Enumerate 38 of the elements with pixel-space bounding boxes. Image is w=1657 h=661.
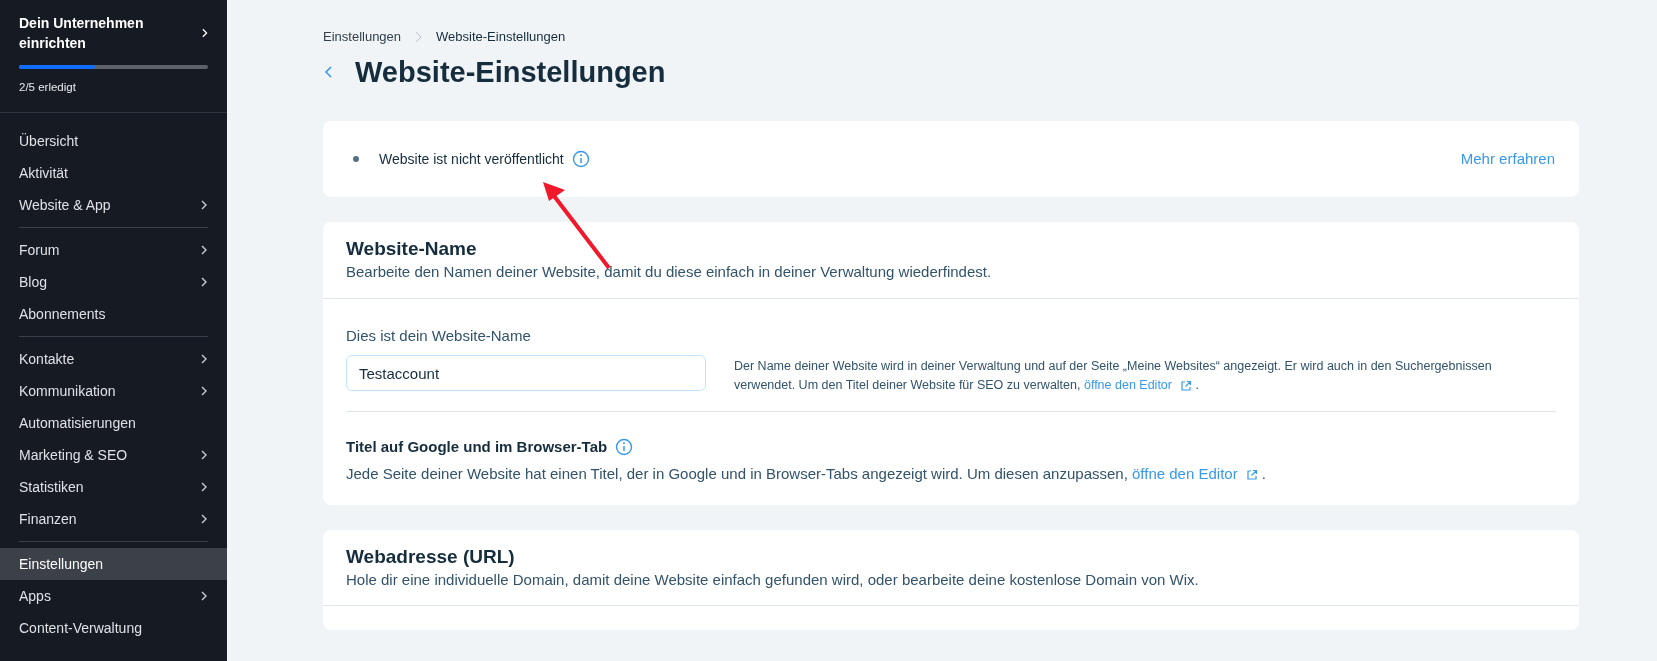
sidebar-item[interactable]: Content-Verwaltung: [0, 612, 227, 645]
chevron-icon: [200, 27, 208, 39]
status-text: Website ist nicht veröffentlicht: [379, 149, 564, 169]
name-input-field[interactable]: Testaccount: [346, 355, 706, 392]
breadcrumb-item: Website-Einstellungen: [436, 28, 566, 46]
card-description: Bearbeite den Namen deiner Website, damit du diese einfach in deiner Verwaltung wiederfindest.: [346, 262, 993, 283]
back-icon[interactable]: [323, 63, 335, 80]
help-text: Der Name deiner Website wird in deiner Verwaltung und auf der Seite „Meine Websites“ angezeigt. Er wird auch in den Suchergebnissen verwendet. Um den Titel deiner Website für SEO zu verwalten, öffne den Editor .: [734, 358, 1493, 395]
info-icon[interactable]: [615, 438, 634, 457]
sidebar-item[interactable]: Forum: [0, 234, 227, 267]
card-description: Hole dir eine individuelle Domain, damit deine Website einfach gefunden wird, oder bearbeite deine kostenlose Domain von Wix.: [346, 569, 1200, 590]
page-title: Website-Einstellungen: [355, 54, 666, 90]
subsection-text: Jede Seite deiner Website hat einen Titel, der in Google und in Browser-Tabs angezeigt wird. Um diesen anzupassen, öffne den Editor .: [346, 463, 1267, 484]
subsection-title: Titel auf Google und im Browser-Tab: [346, 437, 608, 458]
sidebar-item[interactable]: Website & App: [0, 189, 227, 222]
breadcrumb-separator-icon: [415, 30, 423, 43]
sidebar-item[interactable]: Statistiken: [0, 471, 227, 504]
field-label: Dies ist dein Website-Name: [346, 325, 532, 346]
sidebar-item[interactable]: Abonnements: [0, 298, 227, 331]
breadcrumb-item[interactable]: Einstellungen: [323, 27, 402, 47]
setup-title[interactable]: Dein Unternehmen einrichten: [19, 13, 201, 53]
sidebar-item[interactable]: Finanzen: [0, 503, 227, 536]
sidebar-item[interactable]: Automatisierungen: [0, 407, 227, 440]
external-link-icon: [1179, 379, 1192, 392]
sidebar-item[interactable]: Kontakte: [0, 343, 227, 376]
sidebar-item[interactable]: Einstellungen: [0, 548, 227, 581]
sidebar-item[interactable]: Aktivität: [0, 157, 227, 190]
sidebar-item[interactable]: Kommunikation: [0, 375, 227, 408]
sidebar-item[interactable]: Blog: [0, 266, 227, 299]
external-link-icon: [1245, 468, 1258, 481]
sidebar-item[interactable]: Übersicht: [0, 125, 227, 158]
sidebar-item[interactable]: Apps: [0, 580, 227, 613]
card-title: Website-Name: [346, 238, 478, 262]
info-icon[interactable]: [571, 150, 590, 169]
card-title: Webadresse (URL): [346, 546, 516, 569]
bullet-icon: [353, 156, 359, 163]
sidebar-item[interactable]: Marketing & SEO: [0, 439, 227, 472]
progress-text: 2/5 erledigt: [19, 80, 77, 95]
